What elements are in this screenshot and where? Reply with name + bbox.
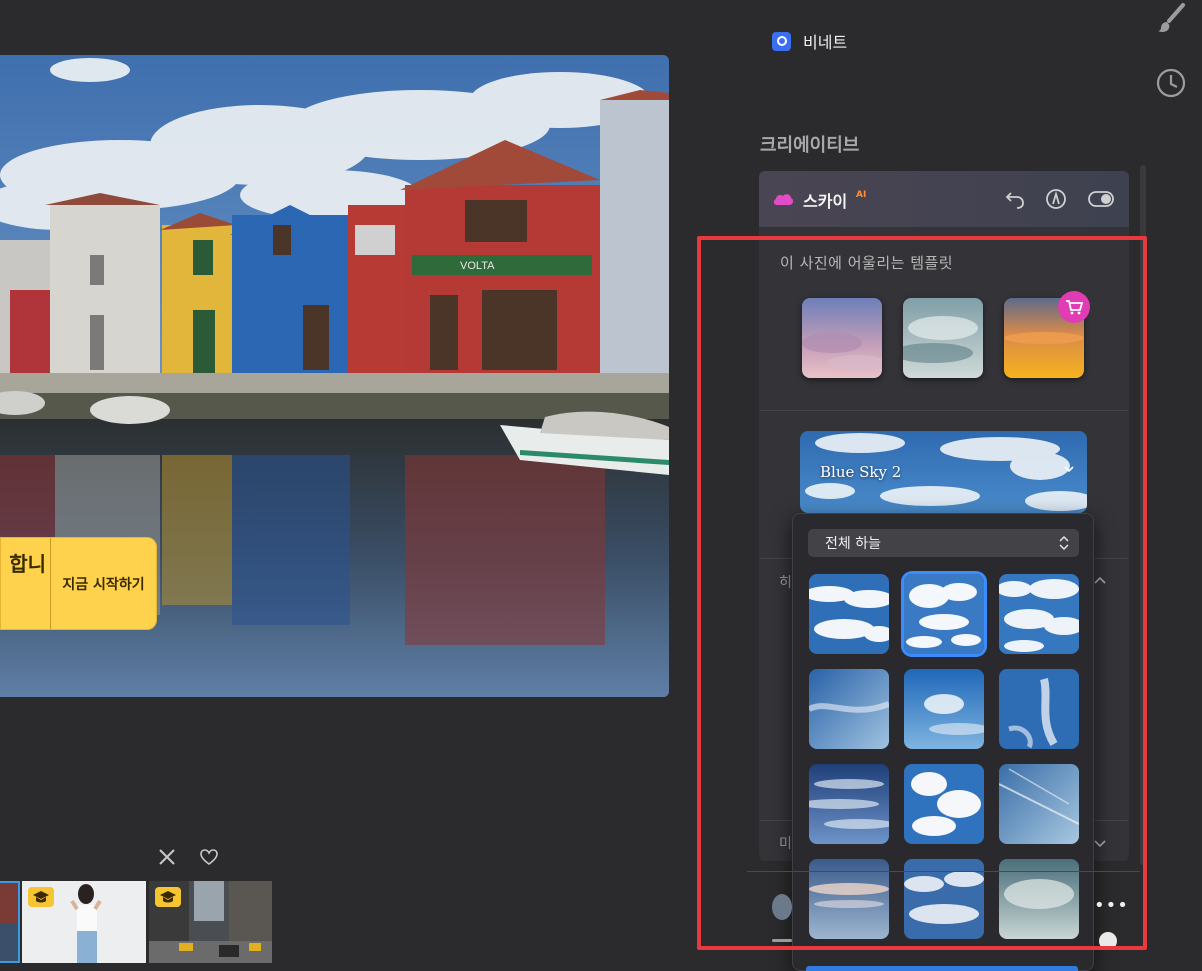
template-label: 이 사진에 어울리는 템플릿 [780, 254, 954, 272]
clock-icon[interactable] [1153, 65, 1189, 101]
toggle-switch[interactable] [1087, 187, 1115, 211]
updown-chevron-icon [1059, 535, 1069, 551]
template-cloudy-sky[interactable] [903, 298, 983, 378]
chevron-up-icon[interactable] [1092, 573, 1108, 589]
sky-category-value: 전체 하늘 [825, 536, 881, 552]
slider-track[interactable] [772, 939, 792, 942]
cloud-icon [772, 191, 794, 210]
promo-partial-text: 합니 [9, 552, 46, 576]
sky-option-7[interactable] [809, 764, 889, 844]
vignette-checkbox[interactable] [772, 31, 791, 51]
graduation-cap-icon [155, 887, 181, 907]
filmstrip-thumb-city[interactable] [149, 881, 272, 963]
shop-sign: VOLTA [460, 260, 495, 272]
sky-category-select[interactable]: 전체 하늘 [808, 529, 1079, 557]
sky-picker-popup: 전체 하늘 [792, 513, 1094, 971]
section-divider [760, 410, 1128, 411]
brush-icon[interactable] [1153, 1, 1189, 37]
sky-option-8[interactable] [904, 764, 984, 844]
sky-tool-header[interactable]: 스카이 AI [759, 171, 1129, 227]
promo-text-area: 합니 [1, 538, 51, 629]
x-icon[interactable] [156, 846, 178, 868]
partial-row-label: 미 [779, 836, 792, 852]
sky-option-5[interactable] [904, 669, 984, 749]
sky-tool-title: 스카이 [803, 192, 848, 211]
apply-button[interactable] [806, 966, 1078, 971]
template-pastel-sky[interactable] [802, 298, 882, 378]
sky-select-dropdown[interactable]: Blue Sky 2 [800, 431, 1087, 513]
vignette-label: 비네트 [803, 33, 848, 52]
selected-sky-name: Blue Sky 2 [820, 463, 902, 481]
slider-handle[interactable] [1099, 932, 1117, 950]
filmstrip-actions [156, 846, 226, 868]
sky-option-9[interactable] [999, 764, 1079, 844]
sky-option-2[interactable] [904, 574, 984, 654]
sky-option-3[interactable] [999, 574, 1079, 654]
undo-icon[interactable] [1003, 187, 1027, 211]
sky-option-1[interactable] [809, 574, 889, 654]
filmstrip-thumb-town[interactable] [0, 881, 20, 963]
ai-badge: AI [856, 190, 867, 200]
heart-icon[interactable] [198, 846, 220, 868]
sky-option-6[interactable] [999, 669, 1079, 749]
creative-section-title: 크리에이티브 [760, 135, 860, 156]
brush-mask-icon[interactable] [1044, 187, 1068, 211]
cart-icon[interactable] [1058, 291, 1090, 323]
more-options-icon[interactable]: ••• [1094, 896, 1128, 922]
graduation-cap-icon [28, 887, 54, 907]
partial-row-label: 히 [779, 575, 792, 591]
panel-scrollbar[interactable] [1140, 165, 1146, 865]
sky-option-4[interactable] [809, 669, 889, 749]
vignette-row[interactable]: 비네트 [772, 29, 847, 53]
promo-banner[interactable]: 합니 지금 시작하기 [0, 537, 157, 630]
filmstrip-thumb-portrait[interactable] [22, 881, 146, 963]
bottom-divider [747, 871, 1140, 872]
start-now-button[interactable]: 지금 시작하기 [51, 538, 156, 629]
avatar [772, 894, 792, 920]
chevron-down-icon [1061, 461, 1077, 477]
chevron-down-icon[interactable] [1092, 835, 1108, 851]
